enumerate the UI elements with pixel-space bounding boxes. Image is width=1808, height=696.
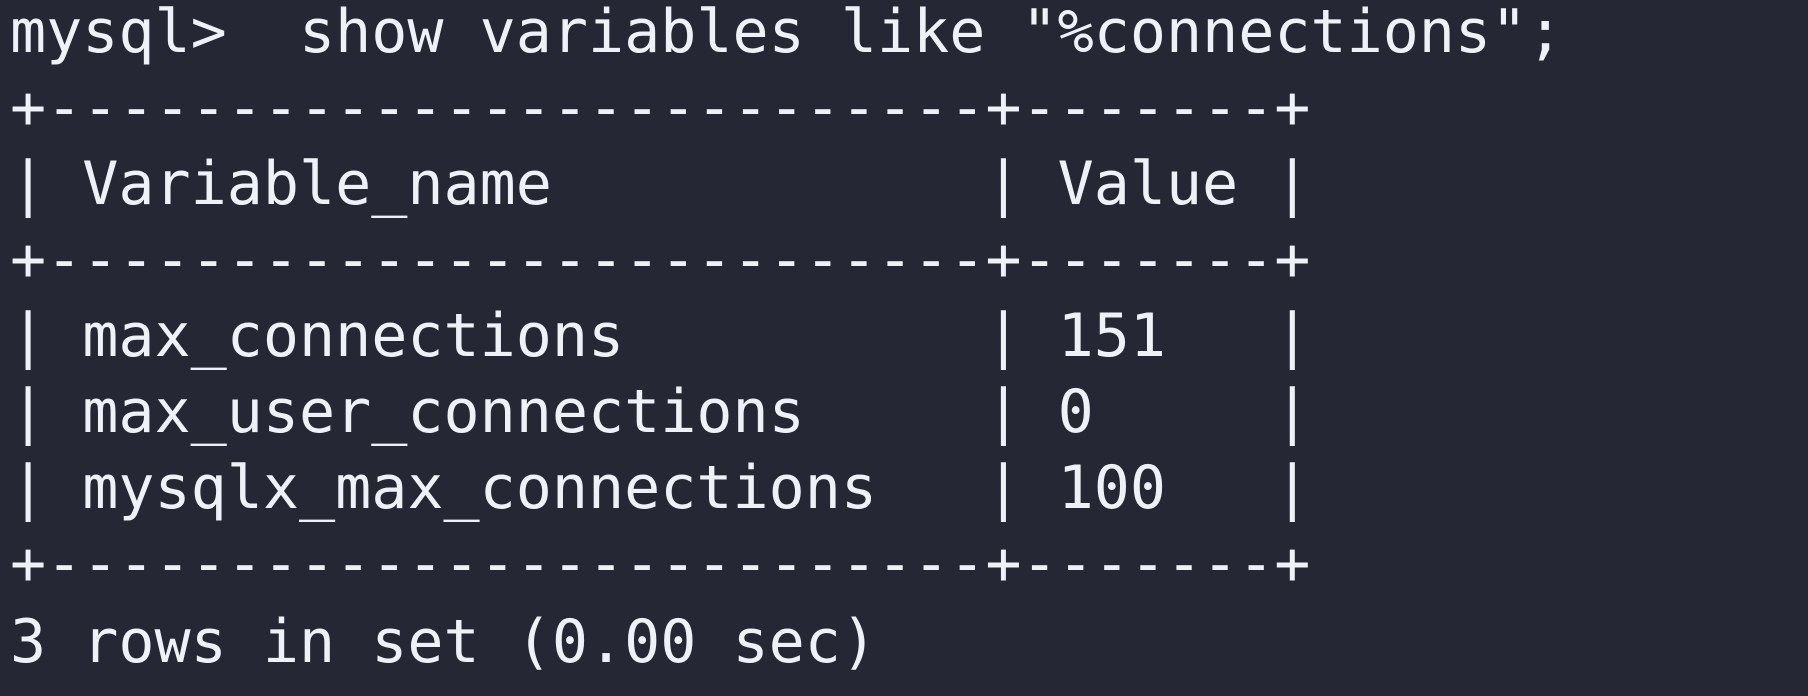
table-row: | max_connections | 151 |: [10, 301, 1311, 371]
table-border-top: +--------------------------+-------+: [10, 73, 1311, 143]
result-summary: 3 rows in set (0.00 sec): [10, 607, 877, 677]
table-border-mid: +--------------------------+-------+: [10, 225, 1311, 295]
table-border-bottom: +--------------------------+-------+: [10, 529, 1311, 599]
command-text: show variables like "%connections";: [226, 0, 1564, 67]
table-row: | mysqlx_max_connections | 100 |: [10, 453, 1311, 523]
table-row: | max_user_connections | 0 |: [10, 377, 1311, 447]
mysql-prompt: mysql>: [10, 0, 227, 67]
terminal-window[interactable]: mysql> show variables like "%connections…: [0, 0, 1808, 696]
table-header-row: | Variable_name | Value |: [10, 149, 1311, 219]
command-line: mysql> show variables like "%connections…: [10, 0, 1563, 70]
